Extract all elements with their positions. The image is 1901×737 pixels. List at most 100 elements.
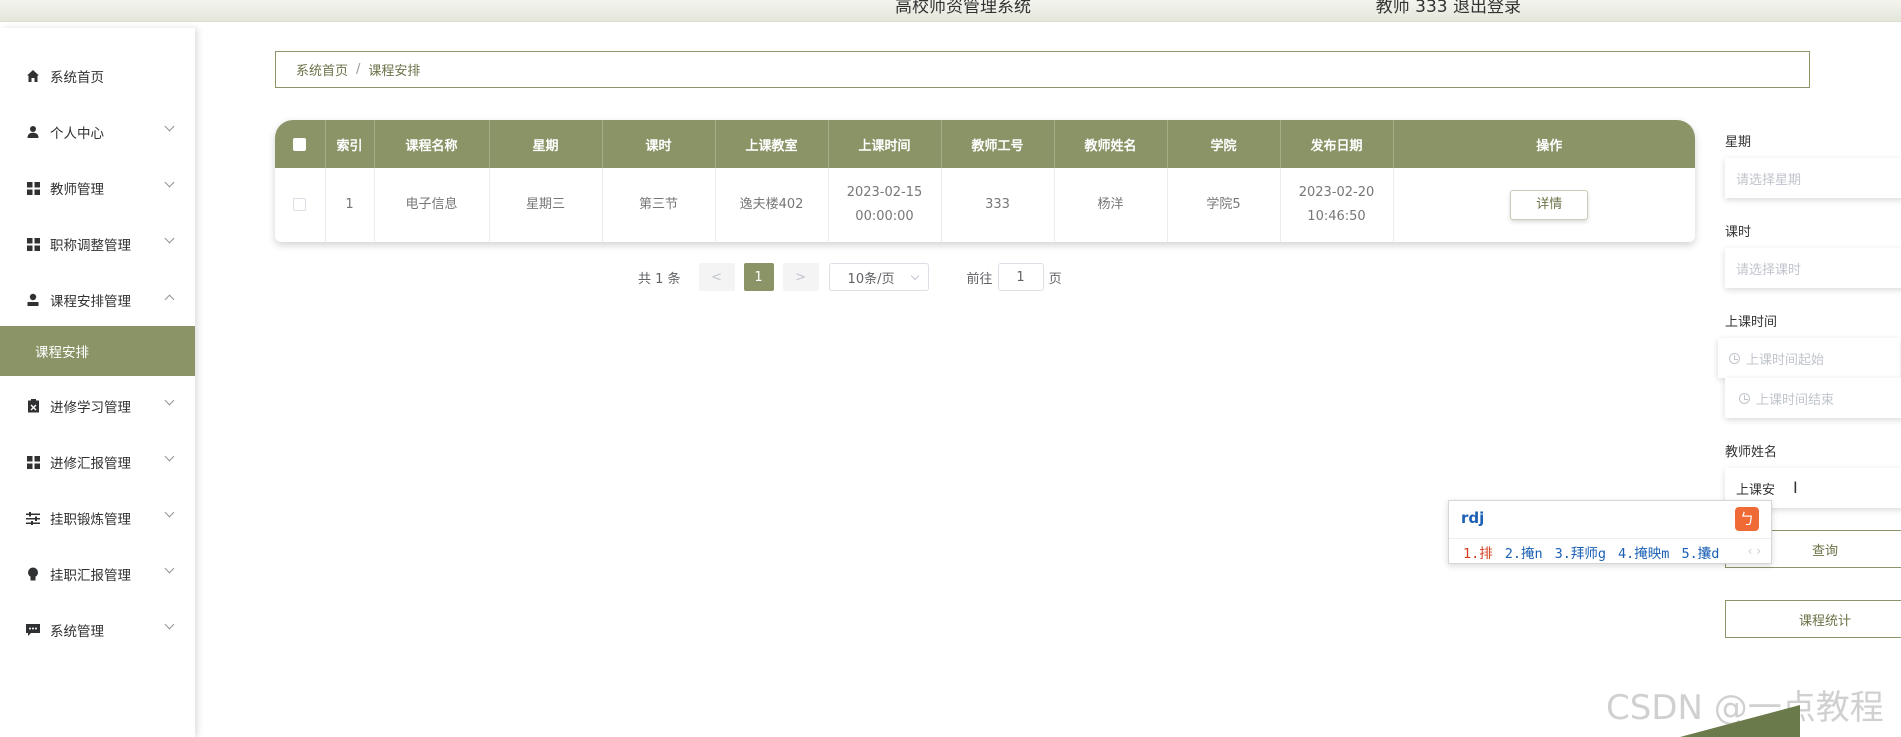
grid-icon (25, 454, 41, 470)
cell-classroom: 逸夫楼402 (715, 168, 829, 242)
teacher-name-label: 教师姓名 (1725, 445, 1778, 460)
ime-candidate[interactable]: 5.攮d (1681, 542, 1719, 562)
pagination-total: 共 1 条 (638, 271, 681, 287)
page-number-button[interactable]: 1 (743, 263, 774, 291)
cell-period: 第三节 (602, 168, 716, 242)
chat-icon (25, 622, 41, 638)
chevron-down-icon (164, 233, 175, 244)
cell-weekday: 星期三 (489, 168, 603, 242)
column-header: 课程名称 (374, 120, 490, 168)
chevron-down-icon (164, 619, 175, 630)
sidebar-item-system[interactable]: 系统管理 (0, 604, 195, 656)
corner-decoration (1680, 705, 1800, 737)
sidebar-item-study-report[interactable]: 进修汇报管理 (0, 436, 195, 488)
sidebar-item-label: 挂职锻炼管理 (50, 512, 131, 528)
column-header: 学院 (1167, 120, 1281, 168)
breadcrumb-current: 课程安排 (368, 64, 421, 79)
cell-teacher-name: 杨洋 (1054, 168, 1168, 242)
page-size-select[interactable]: 10条/页 (828, 263, 929, 291)
course-stats-button[interactable]: 课程统计 (1725, 600, 1901, 638)
chevron-down-icon (164, 451, 175, 462)
sidebar-item-label: 挂职汇报管理 (50, 568, 131, 584)
ime-candidate[interactable]: 4.掩映m (1618, 542, 1669, 562)
cell-time: 2023-02-15 00:00:00 (828, 168, 942, 242)
goto-label: 前往 (966, 271, 993, 287)
sidebar-item-course-schedule[interactable]: 课程安排管理 (0, 274, 195, 326)
sidebar-item-label: 个人中心 (50, 126, 104, 142)
time-end-input[interactable]: 上课时间结束 (1725, 378, 1901, 418)
pagination: 共 1 条 < 1 > 10条/页 前往 1 页 (638, 263, 1062, 291)
cell-course: 电子信息 (374, 168, 490, 242)
ime-candidate-list: 1.排 2.掩n 3.拜师g 4.掩映m 5.攮d (1449, 538, 1771, 564)
weekday-label: 星期 (1725, 135, 1752, 150)
sidebar-item-title-adjust[interactable]: 职称调整管理 (0, 218, 195, 270)
chevron-down-icon (164, 507, 175, 518)
grid-icon (25, 180, 41, 196)
grid-icon (25, 236, 41, 252)
prev-page-button[interactable]: < (698, 263, 735, 291)
select-all-checkbox[interactable] (275, 120, 326, 168)
table-header-row: 索引 课程名称 星期 课时 上课教室 上课时间 教师工号 教师姓名 学院 发布日… (275, 120, 1695, 168)
ime-candidate[interactable]: 2.掩n (1505, 542, 1543, 562)
goto-page-input[interactable]: 1 (997, 263, 1044, 291)
top-header: 高校师资管理系统 教师 333 退出登录 (0, 0, 1901, 22)
period-label: 课时 (1725, 225, 1752, 240)
column-header: 课时 (602, 120, 716, 168)
clipboard-icon (25, 398, 41, 414)
sidebar-subitem-course-schedule[interactable]: 课程安排 (0, 326, 195, 376)
clock-icon (1739, 392, 1750, 404)
column-header: 教师工号 (941, 120, 1055, 168)
page-size-value: 10条/页 (847, 271, 895, 287)
column-header: 操作 (1393, 120, 1695, 168)
weekday-placeholder: 请选择星期 (1736, 172, 1802, 188)
ime-candidate-popup: rdj ㄅ 1.排 2.掩n 3.拜师g 4.掩映m 5.攮d ‹ › (1448, 500, 1772, 564)
column-header: 上课教室 (715, 120, 829, 168)
column-header: 教师姓名 (1054, 120, 1168, 168)
cell-teacher-id: 333 (941, 168, 1055, 242)
sidebar: 系统首页 个人中心 教师管理 职称调整管理 课程安排管理 课程安排 进修学习管理 (0, 28, 195, 737)
teacher-name-value: 上课安 (1736, 482, 1776, 498)
course-table: 索引 课程名称 星期 课时 上课教室 上课时间 教师工号 教师姓名 学院 发布日… (275, 120, 1695, 242)
detail-button[interactable]: 详情 (1510, 190, 1589, 220)
person-icon (25, 292, 41, 308)
period-select[interactable]: 请选择课时 (1725, 248, 1901, 288)
ime-composition: rdj (1461, 509, 1485, 527)
time-end-placeholder: 上课时间结束 (1756, 392, 1835, 408)
sidebar-item-home[interactable]: 系统首页 (0, 50, 195, 102)
sidebar-item-label: 系统管理 (50, 624, 104, 640)
column-header: 索引 (325, 120, 375, 168)
sidebar-item-label: 系统首页 (50, 70, 104, 86)
cell-college: 学院5 (1167, 168, 1281, 242)
table-row: 1 电子信息 星期三 第三节 逸夫楼402 2023-02-15 00:00:0… (275, 168, 1695, 242)
sidebar-item-label: 教师管理 (50, 182, 104, 198)
chevron-down-icon (164, 563, 175, 574)
app-title: 高校师资管理系统 (895, 0, 1031, 17)
sidebar-item-training-report[interactable]: 挂职汇报管理 (0, 548, 195, 600)
time-start-input[interactable]: 上课时间起始 (1718, 338, 1900, 378)
user-icon (25, 124, 41, 140)
text-cursor-icon: I (1793, 478, 1798, 497)
breadcrumb-home[interactable]: 系统首页 (296, 60, 348, 79)
ime-logo-icon: ㄅ (1735, 507, 1759, 531)
sidebar-item-study[interactable]: 进修学习管理 (0, 380, 195, 432)
cell-actions: 详情 (1393, 168, 1695, 242)
chevron-up-icon (164, 294, 175, 305)
ime-candidate[interactable]: 1.排 (1463, 542, 1493, 562)
sidebar-item-teachers[interactable]: 教师管理 (0, 162, 195, 214)
chevron-down-icon (164, 177, 175, 188)
ime-page-nav[interactable]: ‹ › (1748, 544, 1761, 558)
row-checkbox[interactable] (275, 168, 326, 242)
ime-candidate[interactable]: 3.拜师g (1555, 542, 1606, 562)
clock-icon (1729, 352, 1740, 364)
column-header: 星期 (489, 120, 603, 168)
weekday-select[interactable]: 请选择星期 (1725, 158, 1901, 198)
sidebar-item-training[interactable]: 挂职锻炼管理 (0, 492, 195, 544)
sidebar-item-personal[interactable]: 个人中心 (0, 106, 195, 158)
next-page-button[interactable]: > (782, 263, 819, 291)
sidebar-item-label: 职称调整管理 (50, 238, 131, 254)
goto-suffix: 页 (1048, 271, 1062, 287)
chevron-down-icon (910, 271, 919, 281)
bulb-icon (25, 566, 41, 582)
user-info[interactable]: 教师 333 退出登录 (1376, 0, 1521, 17)
chevron-down-icon (164, 121, 175, 132)
